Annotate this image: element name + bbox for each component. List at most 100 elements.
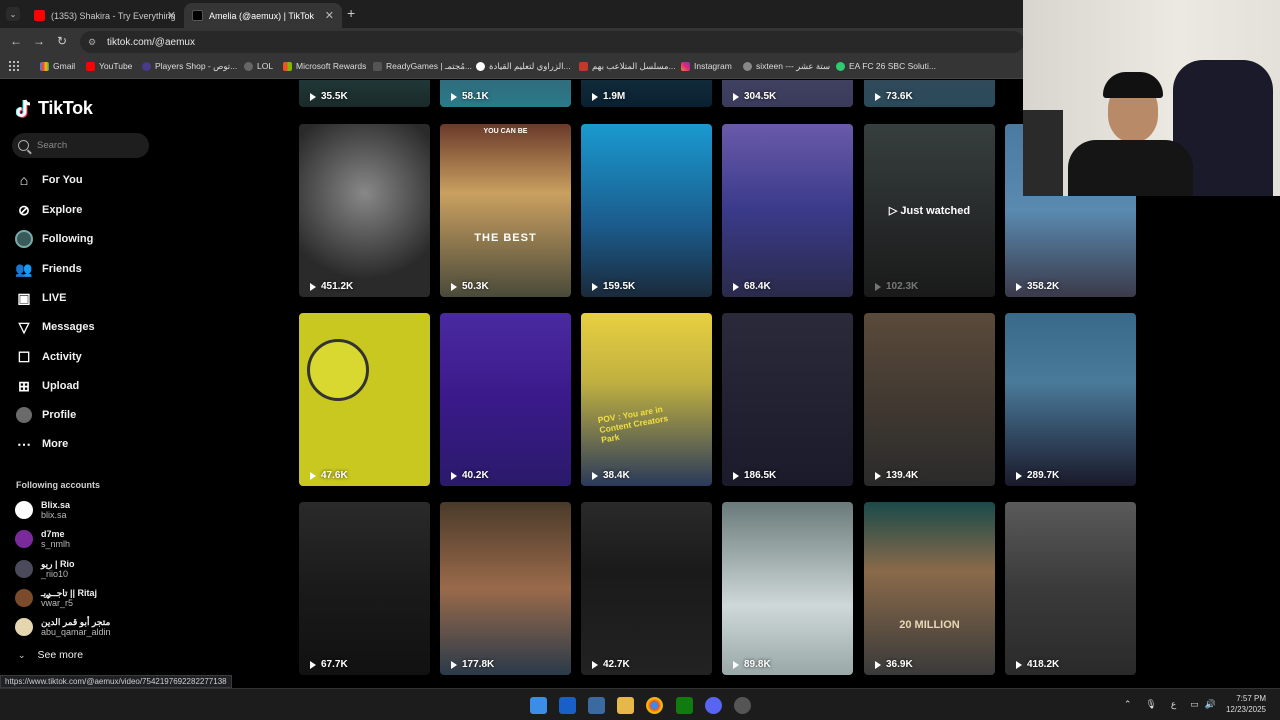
see-more-button[interactable]: ⌄ See more: [18, 649, 83, 661]
bookmark-readygames[interactable]: ReadyGames | مُجتمـ...: [373, 61, 472, 72]
store-icon[interactable]: [588, 697, 605, 714]
play-icon: [451, 660, 457, 669]
activity-icon: ☐: [17, 348, 31, 365]
play-icon: [1016, 282, 1022, 291]
bookmark-ea-fc[interactable]: EA FC 26 SBC Soluti...: [836, 61, 936, 71]
video-tile[interactable]: 304.5K: [722, 80, 853, 107]
tiktok-logo[interactable]: TikTok: [15, 98, 93, 119]
tiktok-favicon-icon: [192, 10, 203, 21]
apps-grid-icon[interactable]: [9, 61, 19, 71]
video-tile-watched[interactable]: ▷ Just watched 102.3K: [864, 124, 995, 297]
bookmark-lol[interactable]: LOL: [244, 61, 273, 71]
back-button[interactable]: ←: [10, 34, 22, 48]
discord-icon[interactable]: [705, 697, 722, 714]
following-account[interactable]: d7me s_nmlh: [15, 527, 70, 551]
nav-messages[interactable]: ▽ Messages: [15, 316, 95, 338]
site-info-icon[interactable]: ⚙: [88, 37, 98, 47]
app-icon[interactable]: [734, 697, 751, 714]
video-tile[interactable]: 67.7K: [299, 502, 430, 675]
bookmark-instagram[interactable]: Instagram: [681, 61, 732, 71]
microphone-icon[interactable]: 🎙: [1145, 699, 1156, 710]
video-tile[interactable]: 289.7K: [1005, 313, 1136, 486]
bookmark-gmail[interactable]: Gmail: [40, 61, 75, 71]
video-tile[interactable]: 20 MILLION 36.9K: [864, 502, 995, 675]
video-tile[interactable]: 159.5K: [581, 124, 712, 297]
nav-live[interactable]: ▣ LIVE: [15, 287, 66, 309]
clock[interactable]: 7:57 PM 12/23/2025: [1226, 693, 1266, 715]
video-tile[interactable]: 177.8K: [440, 502, 571, 675]
video-tile[interactable]: 58.1K: [440, 80, 571, 107]
globe-icon: [244, 61, 253, 71]
sixteen-icon: [743, 62, 752, 71]
browser-tab-tiktok[interactable]: Amelia (@aemux) | TikTok ✕: [184, 3, 342, 28]
play-icon: [310, 92, 316, 101]
nav-explore[interactable]: ⊘ Explore: [15, 199, 82, 221]
search-icon: [18, 140, 29, 151]
home-icon: ⌂: [19, 172, 29, 188]
bookmark-sixteen[interactable]: sixteen --- ستة عشر: [743, 61, 830, 72]
xbox-icon[interactable]: [676, 697, 693, 714]
bookmark-series[interactable]: مسلسل المتلاعب بهم...: [579, 61, 676, 72]
nav-following[interactable]: Following: [15, 228, 93, 250]
play-icon: [1016, 471, 1022, 480]
nav-friends[interactable]: 👥 Friends: [15, 258, 81, 280]
browser-tab-youtube[interactable]: (1353) Shakira - Try Everything ✕: [26, 3, 184, 28]
new-tab-button[interactable]: +: [347, 5, 355, 21]
bookmark-driving-school[interactable]: الزراوي لتعليم القيادة...: [476, 61, 571, 72]
bookmark-players-shop[interactable]: Players Shop - توص...: [142, 61, 237, 72]
chevron-up-icon[interactable]: ⌃: [1124, 699, 1132, 710]
following-account[interactable]: Blix.sa blix.sa: [15, 498, 70, 522]
following-account[interactable]: متجر أبو قمر الدين abu_qamar_aldin: [15, 615, 111, 639]
video-tile[interactable]: YOU CAN BE THE BEST 50.3K: [440, 124, 571, 297]
video-tile[interactable]: 68.4K: [722, 124, 853, 297]
compass-icon: ⊘: [18, 201, 30, 218]
video-tile[interactable]: 40.2K: [440, 313, 571, 486]
nav-more[interactable]: ⋯ More: [15, 433, 68, 455]
search-input[interactable]: [37, 140, 137, 151]
close-tab-icon[interactable]: ✕: [325, 9, 334, 22]
close-tab-icon[interactable]: ✕: [167, 9, 176, 22]
video-tile[interactable]: 35.5K: [299, 80, 430, 107]
tab-search-button[interactable]: ⌄: [6, 7, 20, 21]
video-tile[interactable]: 451.2K: [299, 124, 430, 297]
profile-icon: [15, 406, 33, 424]
language-indicator[interactable]: ع: [1171, 699, 1176, 710]
nav-profile[interactable]: Profile: [15, 404, 76, 426]
volume-icon[interactable]: 🔊: [1205, 699, 1216, 710]
outlook-icon[interactable]: [559, 697, 576, 714]
following-avatar-icon: [15, 230, 33, 248]
url-input[interactable]: ⚙ tiktok.com/@aemux: [80, 31, 1024, 53]
instagram-icon: [681, 61, 690, 71]
play-icon: [592, 282, 598, 291]
webcam-overlay: [1023, 0, 1280, 196]
network-icon[interactable]: ▭: [1190, 699, 1199, 710]
following-accounts-title: Following accounts: [16, 480, 101, 490]
chrome-icon[interactable]: [646, 697, 663, 714]
video-tile[interactable]: 1.9M: [581, 80, 712, 107]
video-tile[interactable]: 73.6K: [864, 80, 995, 107]
search-box[interactable]: [12, 133, 149, 158]
play-icon: [733, 282, 739, 291]
nav-for-you[interactable]: ⌂ For You: [15, 169, 83, 191]
video-tile[interactable]: 418.2K: [1005, 502, 1136, 675]
video-tile[interactable]: 47.6K: [299, 313, 430, 486]
start-icon[interactable]: [530, 697, 547, 714]
following-account[interactable]: ريو | Rio _riio10: [15, 557, 75, 581]
video-tile[interactable]: 89.8K: [722, 502, 853, 675]
overlay-text: YOU CAN BE: [483, 128, 528, 135]
url-text: tiktok.com/@aemux: [107, 36, 195, 48]
just-watched-label: ▷ Just watched: [888, 205, 971, 217]
video-tile[interactable]: 139.4K: [864, 313, 995, 486]
nav-activity[interactable]: ☐ Activity: [15, 346, 82, 368]
video-tile[interactable]: POV : You are in Content Creators Park 3…: [581, 313, 712, 486]
following-account[interactable]: تاجــࢪيـ || Ritaj vwar_r5: [15, 586, 97, 610]
reload-button[interactable]: ↻: [57, 34, 67, 48]
bookmark-youtube[interactable]: YouTube: [86, 61, 132, 71]
video-tile[interactable]: 42.7K: [581, 502, 712, 675]
streamer-figure: [1063, 62, 1193, 196]
file-explorer-icon[interactable]: [617, 697, 634, 714]
forward-button[interactable]: →: [33, 34, 45, 48]
video-tile[interactable]: 186.5K: [722, 313, 853, 486]
bookmark-microsoft-rewards[interactable]: Microsoft Rewards: [283, 61, 366, 71]
nav-upload[interactable]: ⊞ Upload: [15, 375, 79, 397]
